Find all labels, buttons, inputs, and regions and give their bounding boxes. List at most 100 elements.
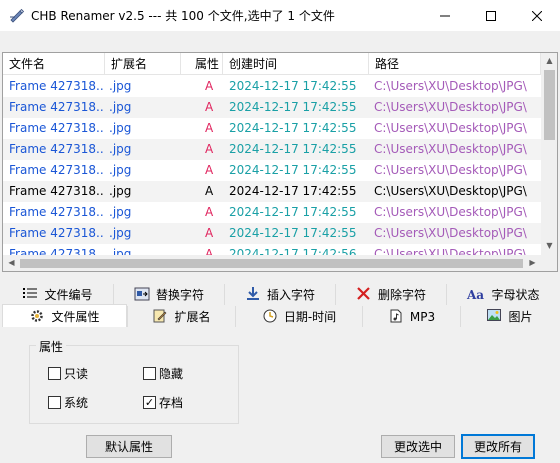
tab-replace-chars[interactable]: 替换字符 — [113, 284, 224, 305]
cell-extension: .jpg — [109, 184, 132, 198]
tab-picture[interactable]: 图片 — [460, 306, 558, 327]
scroll-up-icon[interactable]: ▲ — [541, 56, 557, 65]
tab-date-time[interactable]: 日期-时间 — [235, 306, 362, 327]
column-header-created[interactable]: 创建时间 — [223, 53, 369, 75]
list-header: 文件名 扩展名 属性 创建时间 路径 — [3, 53, 541, 75]
attributes-group-label: 属性 — [36, 338, 67, 355]
horizontal-scroll-thumb[interactable] — [20, 259, 523, 268]
readonly-checkbox[interactable]: 只读 — [48, 365, 88, 382]
cell-created: 2024-12-17 17:42:55 — [229, 226, 357, 240]
cell-path: C:\Users\XU\Desktop\JPG\ — [374, 142, 527, 156]
cell-filename: Frame 427318... — [9, 184, 103, 198]
cell-created: 2024-12-17 17:42:55 — [229, 184, 357, 198]
checkbox-box[interactable] — [143, 367, 156, 380]
cell-extension: .jpg — [109, 121, 132, 135]
cell-attribute: A — [205, 79, 214, 93]
checkbox-label: 系统 — [64, 396, 89, 410]
checkbox-box[interactable]: ✓ — [143, 396, 156, 409]
tab-file-attributes[interactable]: 文件属性 — [2, 304, 127, 328]
table-row[interactable]: Frame 427318... .jpg A 2024-12-17 17:42:55 C… — [3, 97, 541, 118]
cell-created: 2024-12-17 17:42:55 — [229, 100, 357, 114]
picture-icon — [486, 308, 502, 325]
title-bar: CHB Renamer v2.5 --- 共 100 个文件,选中了 1 个文件 — [0, 0, 560, 31]
vertical-scroll-thumb[interactable] — [544, 70, 555, 140]
cell-attribute: A — [205, 100, 214, 114]
default-attributes-button[interactable]: 默认属性 — [86, 435, 172, 458]
table-row[interactable]: Frame 427318... .jpg A 2024-12-17 17:42:55 C… — [3, 223, 541, 244]
hidden-checkbox[interactable]: 隐藏 — [143, 365, 183, 382]
tab-insert-chars[interactable]: 插入字符 — [224, 284, 335, 305]
table-row[interactable]: Frame 427318... .jpg A 2024-12-17 17:42:55 C… — [3, 118, 541, 139]
cell-attribute: A — [205, 142, 214, 156]
change-selected-button[interactable]: 更改选中 — [381, 435, 455, 458]
table-row[interactable]: Frame 427318... .jpg A 2024-12-17 17:42:55 C… — [3, 202, 541, 223]
cell-attribute: A — [205, 121, 214, 135]
cell-path: C:\Users\XU\Desktop\JPG\ — [374, 121, 527, 135]
table-row[interactable]: Frame 427318... .jpg A 2024-12-17 17:42:55 C… — [3, 139, 541, 160]
tab-mp3[interactable]: MP3 — [362, 306, 460, 327]
close-icon — [532, 10, 542, 21]
checkbox-box[interactable] — [48, 367, 61, 380]
cell-extension: .jpg — [109, 163, 132, 177]
scroll-right-icon[interactable]: ▶ — [524, 258, 541, 267]
close-button[interactable] — [514, 0, 560, 31]
cell-filename: Frame 427318... — [9, 226, 103, 240]
list-numbered-icon — [22, 287, 38, 303]
column-header-extension[interactable]: 扩展名 — [105, 53, 181, 75]
window-title: CHB Renamer v2.5 --- 共 100 个文件,选中了 1 个文件 — [31, 9, 335, 23]
change-all-button[interactable]: 更改所有 — [461, 434, 535, 459]
cell-path: C:\Users\XU\Desktop\JPG\ — [374, 163, 527, 177]
tab-delete-chars[interactable]: 删除字符 — [335, 284, 446, 305]
cell-attribute: A — [205, 184, 214, 198]
cell-created: 2024-12-17 17:42:55 — [229, 163, 357, 177]
cell-path: C:\Users\XU\Desktop\JPG\ — [374, 226, 527, 240]
tab-label: 文件属性 — [51, 310, 100, 324]
scroll-left-icon[interactable]: ◀ — [3, 258, 20, 267]
cell-filename: Frame 427318... — [9, 79, 103, 93]
column-header-filename[interactable]: 文件名 — [3, 53, 105, 75]
tab-extension[interactable]: 扩展名 — [127, 306, 235, 327]
file-list[interactable]: 文件名 扩展名 属性 创建时间 路径 Frame 427318... .jpg A 2… — [2, 52, 558, 272]
column-header-path[interactable]: 路径 — [369, 53, 541, 75]
minimize-button[interactable] — [422, 0, 468, 31]
tab-label: 文件编号 — [44, 288, 93, 302]
cell-filename: Frame 427318... — [9, 163, 103, 177]
tab-label: 字母状态 — [491, 288, 540, 302]
vertical-scrollbar[interactable]: ▲ ▼ — [541, 53, 557, 255]
archive-checkbox[interactable]: ✓ 存档 — [143, 394, 183, 411]
table-row[interactable]: Frame 427318... .jpg A 2024-12-17 17:42:55 C… — [3, 76, 541, 97]
delete-x-icon — [356, 286, 372, 303]
insert-arrow-icon — [245, 286, 261, 303]
tab-label: 图片 — [508, 310, 533, 324]
table-row[interactable]: Frame 427318... .jpg A 2024-12-17 17:42:55 C… — [3, 181, 541, 202]
cell-extension: .jpg — [109, 142, 132, 156]
cell-extension: .jpg — [109, 226, 132, 240]
scroll-down-icon[interactable]: ▼ — [541, 241, 557, 250]
cell-path: C:\Users\XU\Desktop\JPG\ — [374, 184, 527, 198]
maximize-button[interactable] — [468, 0, 514, 31]
tab-letter-case[interactable]: Aa 字母状态 — [446, 284, 558, 305]
checkbox-label: 存档 — [159, 396, 184, 410]
system-checkbox[interactable]: 系统 — [48, 394, 88, 411]
tab-label: 替换字符 — [155, 288, 204, 302]
cell-created: 2024-12-17 17:42:55 — [229, 79, 357, 93]
horizontal-scrollbar[interactable]: ◀ ▶ — [3, 255, 541, 271]
table-row[interactable]: Frame 427318... .jpg A 2024-12-17 17:42:55 C… — [3, 160, 541, 181]
tab-label: 删除字符 — [377, 288, 426, 302]
checkbox-label: 只读 — [64, 367, 89, 381]
pencil-icon — [152, 309, 168, 325]
cell-path: C:\Users\XU\Desktop\JPG\ — [374, 79, 527, 93]
tab-file-numbering[interactable]: 文件编号 — [2, 284, 113, 305]
cell-path: C:\Users\XU\Desktop\JPG\ — [374, 205, 527, 219]
tab-label: 扩展名 — [174, 310, 211, 324]
cell-attribute: A — [205, 163, 214, 177]
tab-label: 日期-时间 — [283, 310, 337, 324]
column-header-attribute[interactable]: 属性 — [181, 53, 223, 75]
scrollbar-corner — [541, 255, 557, 271]
checkbox-box[interactable] — [48, 396, 61, 409]
cell-attribute: A — [205, 205, 214, 219]
cell-created: 2024-12-17 17:42:55 — [229, 121, 357, 135]
cell-extension: .jpg — [109, 79, 132, 93]
tab-label: MP3 — [409, 309, 436, 324]
attributes-groupbox — [29, 345, 239, 424]
